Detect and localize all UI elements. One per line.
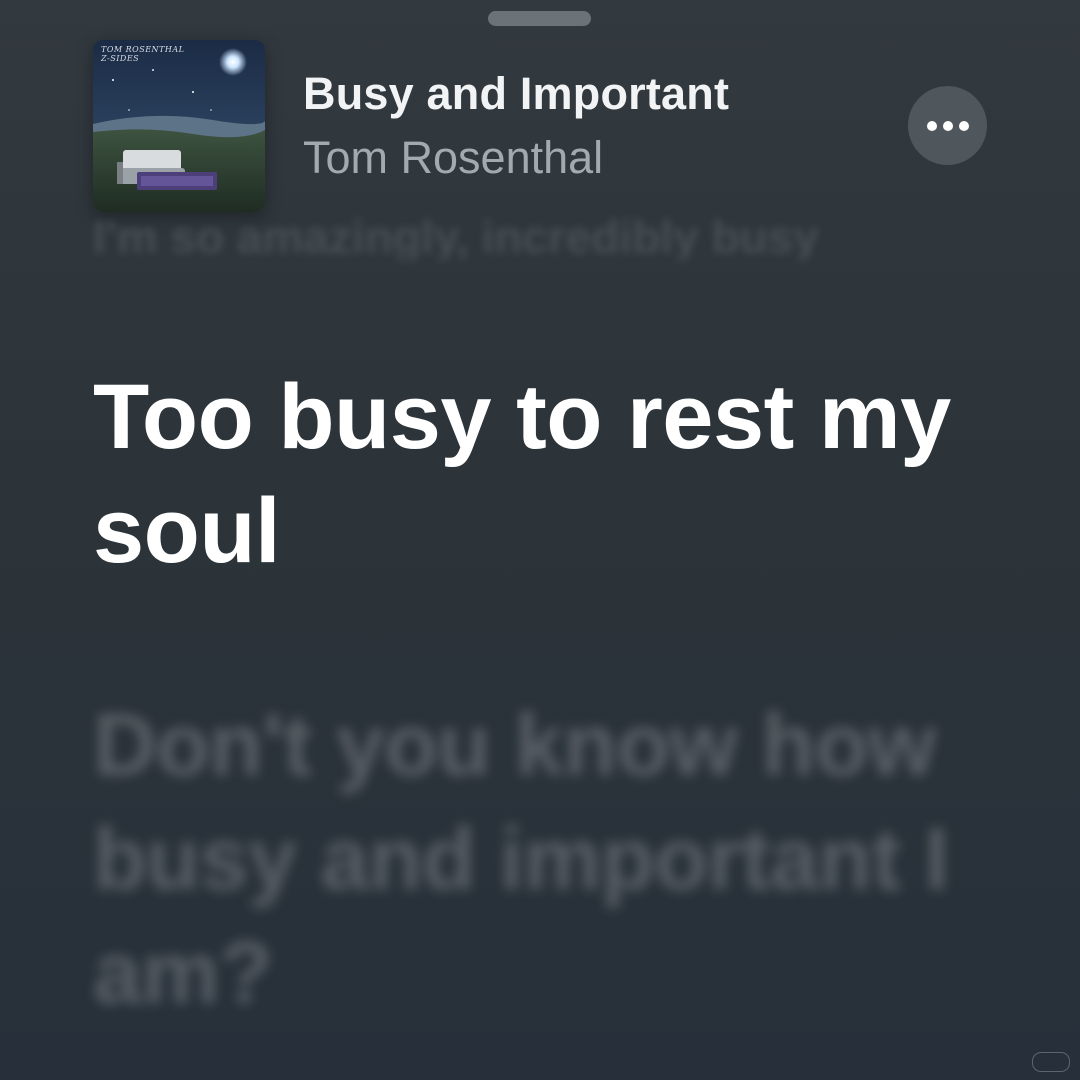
watermark-badge — [1032, 1052, 1070, 1072]
now-playing-header: TOM ROSENTHAL Z-SIDES Busy and Important… — [93, 40, 993, 212]
lyric-line-next[interactable]: Don't you know how busy and important I … — [93, 688, 993, 1030]
ellipsis-icon — [958, 120, 969, 131]
album-artwork-image — [93, 40, 265, 212]
lyric-line-current[interactable]: Too busy to rest my soul — [93, 360, 1023, 588]
more-options-button[interactable] — [908, 86, 987, 165]
artwork-caption: TOM ROSENTHAL Z-SIDES — [101, 45, 185, 63]
ellipsis-icon — [942, 120, 953, 131]
album-artwork[interactable]: TOM ROSENTHAL Z-SIDES — [93, 40, 265, 212]
song-title[interactable]: Busy and Important — [303, 68, 729, 120]
lyric-line-previous[interactable]: I'm so amazingly, incredibly busy — [93, 210, 819, 260]
sheet-grabber-handle[interactable] — [488, 11, 591, 26]
ellipsis-icon — [926, 120, 937, 131]
artist-name[interactable]: Tom Rosenthal — [303, 132, 603, 184]
